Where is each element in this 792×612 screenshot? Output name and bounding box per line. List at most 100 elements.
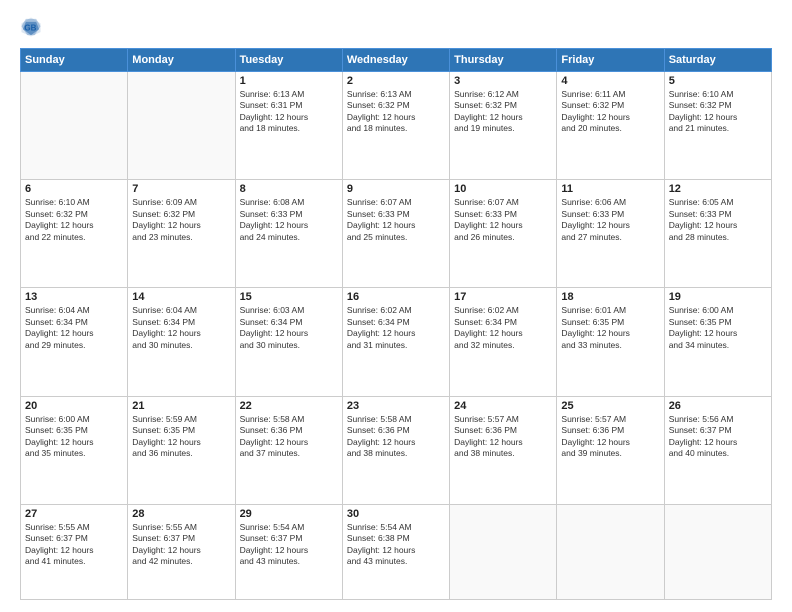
- day-info: Sunrise: 6:10 AMSunset: 6:32 PMDaylight:…: [25, 197, 123, 243]
- day-info: Sunrise: 6:05 AMSunset: 6:33 PMDaylight:…: [669, 197, 767, 243]
- calendar-cell: 6 Sunrise: 6:10 AMSunset: 6:32 PMDaylight…: [21, 180, 128, 288]
- day-number: 4: [561, 75, 659, 87]
- weekday-header-monday: Monday: [128, 49, 235, 72]
- day-info: Sunrise: 6:00 AMSunset: 6:35 PMDaylight:…: [25, 414, 123, 460]
- day-number: 8: [240, 183, 338, 195]
- weekday-header-thursday: Thursday: [450, 49, 557, 72]
- day-info: Sunrise: 6:08 AMSunset: 6:33 PMDaylight:…: [240, 197, 338, 243]
- day-number: 21: [132, 400, 230, 412]
- day-number: 22: [240, 400, 338, 412]
- day-number: 27: [25, 508, 123, 520]
- day-info: Sunrise: 5:57 AMSunset: 6:36 PMDaylight:…: [454, 414, 552, 460]
- day-number: 24: [454, 400, 552, 412]
- day-info: Sunrise: 6:01 AMSunset: 6:35 PMDaylight:…: [561, 305, 659, 351]
- calendar-cell: 7Sunrise: 6:09 AMSunset: 6:32 PMDaylight…: [128, 180, 235, 288]
- calendar-cell: [21, 72, 128, 180]
- day-number: 12: [669, 183, 767, 195]
- day-info: Sunrise: 5:55 AMSunset: 6:37 PMDaylight:…: [25, 522, 123, 568]
- page: GB SundayMondayTuesdayWednesdayThursdayF…: [0, 0, 792, 612]
- calendar-week-row: 20 Sunrise: 6:00 AMSunset: 6:35 PMDayligh…: [21, 396, 772, 504]
- day-info: Sunrise: 6:10 AMSunset: 6:32 PMDaylight:…: [669, 89, 767, 135]
- calendar-cell: 9 Sunrise: 6:07 AMSunset: 6:33 PMDaylight…: [342, 180, 449, 288]
- day-info: Sunrise: 6:07 AMSunset: 6:33 PMDaylight:…: [454, 197, 552, 243]
- calendar-cell: 11 Sunrise: 6:06 AMSunset: 6:33 PMDayligh…: [557, 180, 664, 288]
- logo-icon: GB: [20, 16, 42, 38]
- calendar-cell: 16 Sunrise: 6:02 AMSunset: 6:34 PMDayligh…: [342, 288, 449, 396]
- day-info: Sunrise: 6:00 AMSunset: 6:35 PMDaylight:…: [669, 305, 767, 351]
- day-number: 26: [669, 400, 767, 412]
- day-info: Sunrise: 6:02 AMSunset: 6:34 PMDaylight:…: [347, 305, 445, 351]
- calendar-cell: [128, 72, 235, 180]
- calendar-cell: 29 Sunrise: 5:54 AMSunset: 6:37 PMDayligh…: [235, 504, 342, 599]
- svg-text:GB: GB: [24, 24, 36, 33]
- weekday-header-saturday: Saturday: [664, 49, 771, 72]
- calendar-cell: 23 Sunrise: 5:58 AMSunset: 6:36 PMDayligh…: [342, 396, 449, 504]
- day-number: 29: [240, 508, 338, 520]
- calendar-cell: 4 Sunrise: 6:11 AMSunset: 6:32 PMDaylight…: [557, 72, 664, 180]
- day-info: Sunrise: 6:04 AMSunset: 6:34 PMDaylight:…: [132, 305, 230, 351]
- calendar-cell: 25 Sunrise: 5:57 AMSunset: 6:36 PMDayligh…: [557, 396, 664, 504]
- calendar-table: SundayMondayTuesdayWednesdayThursdayFrid…: [20, 48, 772, 600]
- day-info: Sunrise: 6:11 AMSunset: 6:32 PMDaylight:…: [561, 89, 659, 135]
- day-number: 16: [347, 291, 445, 303]
- day-info: Sunrise: 5:54 AMSunset: 6:38 PMDaylight:…: [347, 522, 445, 568]
- day-number: 11: [561, 183, 659, 195]
- calendar-cell: 1Sunrise: 6:13 AMSunset: 6:31 PMDaylight…: [235, 72, 342, 180]
- day-number: 30: [347, 508, 445, 520]
- day-number: 3: [454, 75, 552, 87]
- calendar-cell: 28Sunrise: 5:55 AMSunset: 6:37 PMDayligh…: [128, 504, 235, 599]
- day-info: Sunrise: 6:12 AMSunset: 6:32 PMDaylight:…: [454, 89, 552, 135]
- calendar-week-row: 27 Sunrise: 5:55 AMSunset: 6:37 PMDayligh…: [21, 504, 772, 599]
- weekday-header-sunday: Sunday: [21, 49, 128, 72]
- day-info: Sunrise: 5:59 AMSunset: 6:35 PMDaylight:…: [132, 414, 230, 460]
- day-number: 23: [347, 400, 445, 412]
- header: GB: [20, 16, 772, 38]
- calendar-week-row: 1Sunrise: 6:13 AMSunset: 6:31 PMDaylight…: [21, 72, 772, 180]
- day-info: Sunrise: 6:13 AMSunset: 6:32 PMDaylight:…: [347, 89, 445, 135]
- calendar-cell: 10Sunrise: 6:07 AMSunset: 6:33 PMDayligh…: [450, 180, 557, 288]
- day-info: Sunrise: 6:09 AMSunset: 6:32 PMDaylight:…: [132, 197, 230, 243]
- weekday-header-tuesday: Tuesday: [235, 49, 342, 72]
- calendar-cell: 20 Sunrise: 6:00 AMSunset: 6:35 PMDayligh…: [21, 396, 128, 504]
- day-number: 14: [132, 291, 230, 303]
- day-number: 2: [347, 75, 445, 87]
- calendar-cell: 2 Sunrise: 6:13 AMSunset: 6:32 PMDaylight…: [342, 72, 449, 180]
- day-info: Sunrise: 5:57 AMSunset: 6:36 PMDaylight:…: [561, 414, 659, 460]
- calendar-cell: 19 Sunrise: 6:00 AMSunset: 6:35 PMDayligh…: [664, 288, 771, 396]
- calendar-cell: 13 Sunrise: 6:04 AMSunset: 6:34 PMDayligh…: [21, 288, 128, 396]
- weekday-header-row: SundayMondayTuesdayWednesdayThursdayFrid…: [21, 49, 772, 72]
- day-info: Sunrise: 5:56 AMSunset: 6:37 PMDaylight:…: [669, 414, 767, 460]
- day-info: Sunrise: 5:58 AMSunset: 6:36 PMDaylight:…: [347, 414, 445, 460]
- day-info: Sunrise: 6:03 AMSunset: 6:34 PMDaylight:…: [240, 305, 338, 351]
- calendar-cell: 30 Sunrise: 5:54 AMSunset: 6:38 PMDayligh…: [342, 504, 449, 599]
- calendar-cell: 18 Sunrise: 6:01 AMSunset: 6:35 PMDayligh…: [557, 288, 664, 396]
- day-info: Sunrise: 6:06 AMSunset: 6:33 PMDaylight:…: [561, 197, 659, 243]
- calendar-cell: 14 Sunrise: 6:04 AMSunset: 6:34 PMDayligh…: [128, 288, 235, 396]
- day-info: Sunrise: 6:04 AMSunset: 6:34 PMDaylight:…: [25, 305, 123, 351]
- calendar-cell: [450, 504, 557, 599]
- calendar-cell: [664, 504, 771, 599]
- day-number: 18: [561, 291, 659, 303]
- day-number: 25: [561, 400, 659, 412]
- day-number: 9: [347, 183, 445, 195]
- day-info: Sunrise: 6:02 AMSunset: 6:34 PMDaylight:…: [454, 305, 552, 351]
- calendar-week-row: 13 Sunrise: 6:04 AMSunset: 6:34 PMDayligh…: [21, 288, 772, 396]
- day-info: Sunrise: 5:55 AMSunset: 6:37 PMDaylight:…: [132, 522, 230, 568]
- calendar-cell: 5 Sunrise: 6:10 AMSunset: 6:32 PMDaylight…: [664, 72, 771, 180]
- day-info: Sunrise: 5:54 AMSunset: 6:37 PMDaylight:…: [240, 522, 338, 568]
- logo: GB: [20, 16, 46, 38]
- day-info: Sunrise: 6:07 AMSunset: 6:33 PMDaylight:…: [347, 197, 445, 243]
- day-number: 5: [669, 75, 767, 87]
- weekday-header-wednesday: Wednesday: [342, 49, 449, 72]
- day-number: 6: [25, 183, 123, 195]
- day-number: 19: [669, 291, 767, 303]
- day-number: 15: [240, 291, 338, 303]
- day-number: 17: [454, 291, 552, 303]
- day-number: 20: [25, 400, 123, 412]
- day-number: 13: [25, 291, 123, 303]
- calendar-cell: 21 Sunrise: 5:59 AMSunset: 6:35 PMDayligh…: [128, 396, 235, 504]
- weekday-header-friday: Friday: [557, 49, 664, 72]
- calendar-cell: 17 Sunrise: 6:02 AMSunset: 6:34 PMDayligh…: [450, 288, 557, 396]
- calendar-cell: 3 Sunrise: 6:12 AMSunset: 6:32 PMDaylight…: [450, 72, 557, 180]
- calendar-cell: 12 Sunrise: 6:05 AMSunset: 6:33 PMDayligh…: [664, 180, 771, 288]
